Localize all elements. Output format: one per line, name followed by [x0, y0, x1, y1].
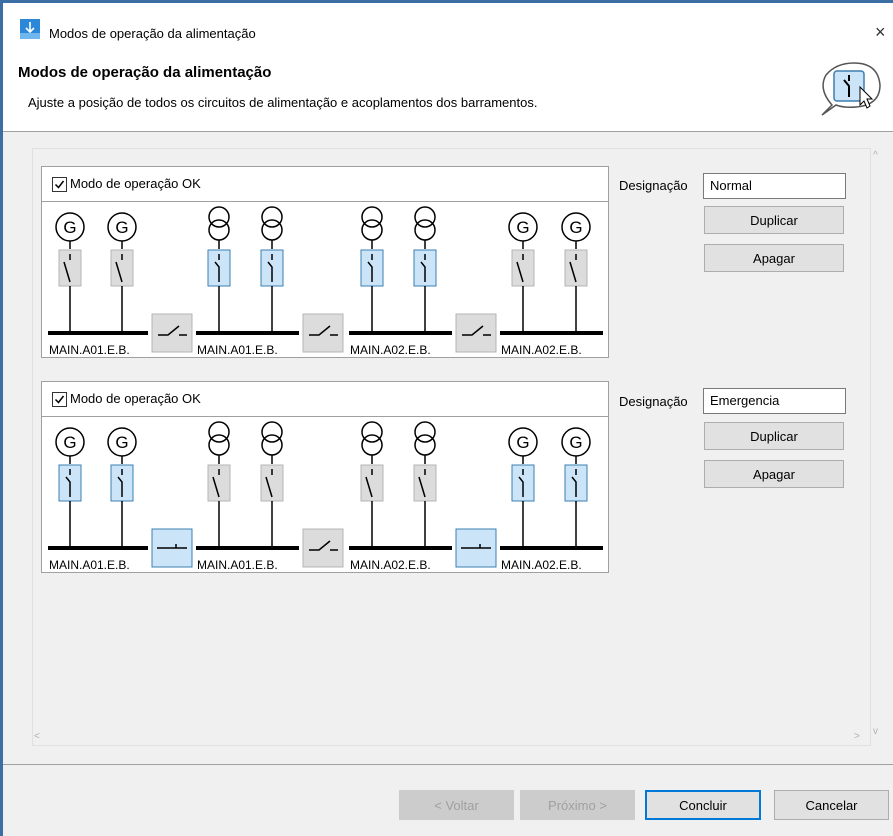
- bus-label: MAIN.A01.E.B.: [49, 558, 130, 572]
- mode-ok-label: Modo de operação OK: [70, 391, 201, 406]
- feeder: G: [107, 212, 137, 331]
- content-area: ^ v < > Modo de operação OK MAIN.A01.E.B…: [3, 132, 893, 764]
- feeder: G: [561, 212, 591, 331]
- transformer-icon: [361, 206, 383, 228]
- feeder: [260, 206, 284, 331]
- generator-symbol: G: [115, 433, 128, 452]
- feeder: [360, 421, 384, 546]
- coupler-open-icon: [455, 313, 497, 353]
- coupler: [151, 313, 193, 353]
- transformer-icon: [208, 219, 230, 241]
- transformer-icon: [208, 421, 230, 443]
- designation-label: Designação: [619, 394, 688, 409]
- generator-symbol: G: [63, 218, 76, 237]
- finish-button[interactable]: Concluir: [645, 790, 761, 820]
- bus-label: MAIN.A01.E.B.: [197, 558, 278, 572]
- coupler: [302, 313, 344, 353]
- transformer-icon: [261, 421, 283, 443]
- generator-symbol: G: [569, 433, 582, 452]
- feeder: G: [107, 427, 137, 546]
- feeder: [260, 421, 284, 546]
- cancel-button[interactable]: Cancelar: [774, 790, 889, 820]
- duplicate-button[interactable]: Duplicar: [704, 422, 844, 450]
- scroll-down-icon[interactable]: v: [873, 726, 878, 737]
- back-button[interactable]: < Voltar: [399, 790, 514, 820]
- coupler-open-icon: [151, 313, 193, 353]
- feeder: G: [55, 427, 85, 546]
- mode-header: Modo de operação OK: [42, 167, 608, 202]
- feeder: G: [561, 427, 591, 546]
- designation-field[interactable]: [703, 388, 846, 414]
- mode-ok-checkbox[interactable]: [52, 392, 67, 407]
- generator-symbol: G: [63, 433, 76, 452]
- window-title: Modos de operação da alimentação: [49, 26, 256, 41]
- transformer-icon: [208, 434, 230, 456]
- feeder: [207, 421, 231, 546]
- next-button[interactable]: Próximo >: [520, 790, 635, 820]
- page-title: Modos de operação da alimentação: [18, 64, 272, 81]
- bus-label: MAIN.A01.E.B.: [197, 343, 278, 357]
- delete-button[interactable]: Apagar: [704, 244, 844, 272]
- generator-symbol: G: [516, 218, 529, 237]
- feeder: [360, 206, 384, 331]
- transformer-icon: [414, 421, 436, 443]
- transformer-icon: [208, 206, 230, 228]
- transformer-icon: [361, 421, 383, 443]
- switch-help-icon[interactable]: [818, 61, 884, 119]
- coupler: [455, 528, 497, 568]
- vertical-scrollbar[interactable]: ^ v: [870, 148, 884, 744]
- app-icon: [20, 19, 40, 39]
- generator-symbol: G: [569, 218, 582, 237]
- transformer-icon: [414, 206, 436, 228]
- single-line-diagram: MAIN.A01.E.B. MAIN.A01.E.B. MAIN.A02.E.B. M…: [48, 206, 603, 357]
- feeder: G: [508, 212, 538, 331]
- designation-input[interactable]: [704, 174, 840, 196]
- transformer-icon: [414, 219, 436, 241]
- mode-ok-label: Modo de operação OK: [70, 176, 201, 191]
- delete-button[interactable]: Apagar: [704, 460, 844, 488]
- bus-label: MAIN.A01.E.B.: [49, 343, 130, 357]
- coupler: [455, 313, 497, 353]
- coupler-open-icon: [302, 313, 344, 353]
- bus-label: MAIN.A02.E.B.: [350, 343, 431, 357]
- title-bar: Modos de operação da alimentação ×: [3, 3, 893, 47]
- feeder: [207, 206, 231, 331]
- wizard-header: Modos de operação da alimentação Ajuste …: [3, 47, 893, 131]
- page-description: Ajuste a posição de todos os circuitos d…: [28, 95, 538, 110]
- coupler: [302, 528, 344, 568]
- generator-symbol: G: [516, 433, 529, 452]
- designation-input[interactable]: [704, 389, 840, 411]
- coupler-open-icon: [302, 528, 344, 568]
- mode-ok-checkbox[interactable]: [52, 177, 67, 192]
- scroll-left-icon[interactable]: <: [34, 731, 40, 742]
- transformer-icon: [261, 434, 283, 456]
- mode-header: Modo de operação OK: [42, 382, 608, 417]
- designation-label: Designação: [619, 178, 688, 193]
- transformer-icon: [361, 434, 383, 456]
- transformer-icon: [361, 219, 383, 241]
- operation-mode-panel: Modo de operação OK MAIN.A01.E.B. MAIN.A0…: [41, 381, 609, 573]
- wizard-footer: < Voltar Próximo > Concluir Cancelar: [3, 765, 893, 836]
- horizontal-scrollbar[interactable]: < >: [32, 730, 870, 744]
- scroll-up-icon[interactable]: ^: [873, 150, 878, 161]
- transformer-icon: [414, 434, 436, 456]
- bus-label: MAIN.A02.E.B.: [501, 343, 582, 357]
- generator-symbol: G: [115, 218, 128, 237]
- transformer-icon: [261, 219, 283, 241]
- transformer-icon: [261, 206, 283, 228]
- bus-label: MAIN.A02.E.B.: [501, 558, 582, 572]
- scroll-right-icon[interactable]: >: [854, 731, 860, 742]
- coupler: [151, 528, 193, 568]
- feeder: G: [508, 427, 538, 546]
- designation-field[interactable]: [703, 173, 846, 199]
- feeder: [413, 206, 437, 331]
- bus-label: MAIN.A02.E.B.: [350, 558, 431, 572]
- duplicate-button[interactable]: Duplicar: [704, 206, 844, 234]
- operation-mode-panel: Modo de operação OK MAIN.A01.E.B. MAIN.A0…: [41, 166, 609, 358]
- close-icon[interactable]: ×: [875, 22, 886, 43]
- feeder: G: [55, 212, 85, 331]
- single-line-diagram: MAIN.A01.E.B. MAIN.A01.E.B. MAIN.A02.E.B. M…: [48, 421, 603, 572]
- feeder: [413, 421, 437, 546]
